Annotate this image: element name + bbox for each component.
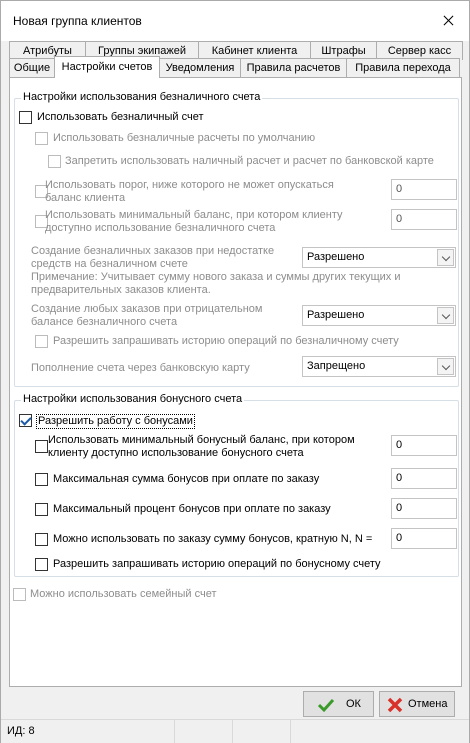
forbid-cash-label: Запретить использовать наличный расчет и… bbox=[65, 155, 434, 167]
noncash-group: Настройки использования безналичного сче… bbox=[14, 91, 459, 387]
min-balance-label-line1: Использовать минимальный баланс, при кот… bbox=[45, 209, 343, 221]
bonus-min-balance-input[interactable]: 0 bbox=[391, 435, 457, 456]
bonus-history-label: Разрешить запрашивать историю операций п… bbox=[53, 558, 381, 570]
threshold-label-line2: баланс клиента bbox=[45, 192, 126, 204]
noncash-group-title: Настройки использования безналичного сче… bbox=[21, 91, 263, 103]
ok-button-label: ОК bbox=[346, 698, 361, 710]
noncash-history-label: Разрешить запрашивать историю операций п… bbox=[53, 335, 399, 347]
min-balance-input[interactable]: 0 bbox=[391, 209, 457, 230]
close-icon[interactable] bbox=[433, 7, 463, 35]
record-id: ИД: 8 bbox=[7, 725, 35, 737]
bonus-group-title: Настройки использования бонусного счета bbox=[21, 393, 245, 405]
threshold-input[interactable]: 0 bbox=[391, 179, 457, 200]
noncash-history-checkbox[interactable] bbox=[35, 335, 48, 348]
multiple-input[interactable]: 0 bbox=[391, 528, 457, 549]
note-line1: Примечание: Учитывает сумму нового заказ… bbox=[31, 271, 401, 283]
allow-bonus-label: Разрешить работу с бонусами bbox=[36, 414, 195, 429]
tab-transition-rules[interactable]: Правила перехода bbox=[346, 58, 460, 77]
tab-row-2: Общие Настройки счетов Уведомления Прави… bbox=[9, 56, 460, 78]
use-noncash-label: Использовать безналичный счет bbox=[37, 111, 204, 123]
topup-label: Пополнение счета через банковскую карту bbox=[31, 362, 250, 374]
forbid-cash-checkbox[interactable] bbox=[48, 155, 61, 168]
multiple-checkbox[interactable] bbox=[35, 533, 48, 546]
max-sum-label: Максимальная сумма бонусов при оплате по… bbox=[53, 473, 320, 485]
insufficient-label-line2: средств на безналичном счете bbox=[31, 258, 188, 270]
cancel-x-icon bbox=[387, 697, 403, 713]
negative-select-value: Разрешено bbox=[307, 309, 365, 321]
max-percent-label: Максимальный процент бонусов при оплате … bbox=[53, 503, 331, 515]
bonus-min-balance-checkbox[interactable] bbox=[35, 440, 48, 453]
max-sum-checkbox[interactable] bbox=[35, 473, 48, 486]
chevron-down-icon[interactable] bbox=[437, 307, 454, 324]
insufficient-select-value: Разрешено bbox=[307, 251, 365, 263]
cancel-button[interactable]: Отмена bbox=[379, 691, 455, 717]
dialog-window: Новая группа клиентов Атрибуты Группы эк… bbox=[0, 0, 470, 743]
min-balance-label-line2: доступно использование безналичного счет… bbox=[45, 222, 276, 234]
max-percent-checkbox[interactable] bbox=[35, 503, 48, 516]
family-account-label: Можно использовать семейный счет bbox=[30, 588, 217, 600]
title-bar: Новая группа клиентов bbox=[1, 1, 469, 41]
bonus-group: Настройки использования бонусного счета … bbox=[14, 393, 459, 577]
status-cell-id: ИД: 8 bbox=[1, 720, 175, 743]
allow-bonus-checkbox[interactable] bbox=[19, 414, 32, 427]
negative-select[interactable]: Разрешено bbox=[302, 305, 456, 326]
ok-button[interactable]: ОК bbox=[303, 691, 374, 717]
note-line2: предварительных заказов клиента. bbox=[31, 284, 211, 296]
tab-account-settings[interactable]: Настройки счетов bbox=[54, 56, 160, 78]
negative-label-line1: Создание любых заказов при отрицательном bbox=[31, 303, 263, 315]
tab-general[interactable]: Общие bbox=[9, 58, 55, 77]
window-title: Новая группа клиентов bbox=[13, 14, 142, 28]
bonus-min-balance-label-line2: клиенту доступно использование бонусного… bbox=[48, 447, 304, 459]
tab-panel: Настройки использования безналичного сче… bbox=[9, 77, 462, 687]
default-noncash-label: Использовать безналичные расчеты по умол… bbox=[53, 132, 316, 144]
insufficient-label-line1: Создание безналичных заказов при недоста… bbox=[31, 245, 275, 257]
max-percent-input[interactable]: 0 bbox=[391, 498, 457, 519]
status-cell bbox=[175, 720, 233, 743]
tab-calculation-rules[interactable]: Правила расчетов bbox=[240, 58, 347, 77]
chevron-down-icon[interactable] bbox=[437, 249, 454, 266]
status-cell bbox=[233, 720, 291, 743]
max-sum-input[interactable]: 0 bbox=[391, 468, 457, 489]
checkmark-icon bbox=[318, 698, 334, 713]
bonus-history-checkbox[interactable] bbox=[35, 558, 48, 571]
topup-select[interactable]: Запрещено bbox=[302, 356, 456, 377]
bonus-min-balance-label-line1: Использовать минимальный бонусный баланс… bbox=[48, 434, 355, 446]
family-account-checkbox[interactable] bbox=[13, 588, 26, 601]
tab-notifications[interactable]: Уведомления bbox=[159, 58, 241, 77]
cancel-button-label: Отмена bbox=[408, 698, 448, 710]
threshold-label-line1: Использовать порог, ниже которого не мож… bbox=[45, 179, 334, 191]
topup-select-value: Запрещено bbox=[307, 360, 366, 372]
status-bar: ИД: 8 bbox=[1, 719, 469, 743]
insufficient-select[interactable]: Разрешено bbox=[302, 247, 456, 268]
use-noncash-checkbox[interactable] bbox=[19, 111, 32, 124]
negative-label-line2: балансе безналичного счета bbox=[31, 316, 178, 328]
chevron-down-icon[interactable] bbox=[437, 358, 454, 375]
multiple-label: Можно использовать по заказу сумму бонус… bbox=[53, 533, 373, 545]
default-noncash-checkbox[interactable] bbox=[35, 132, 48, 145]
